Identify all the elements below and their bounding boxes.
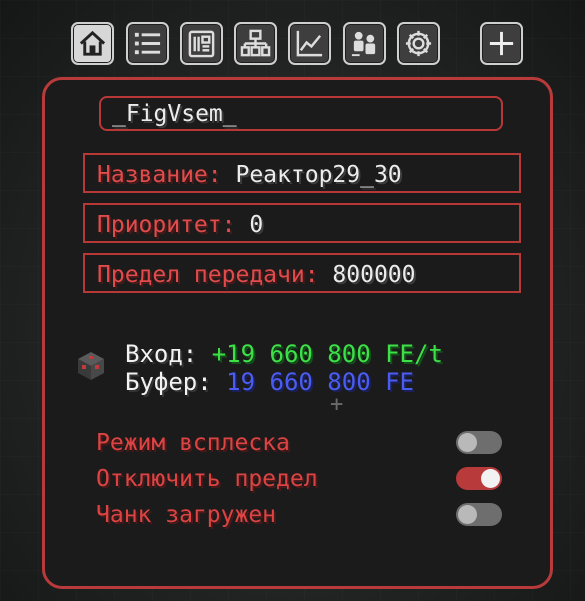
toggle-list: Режим всплеска Отключить предел Чанк заг… [96,430,506,538]
network-tab-button[interactable] [234,22,277,65]
name-value: Реактор29_30 [235,162,402,188]
device-info-icon [188,30,215,58]
list-icon [134,32,161,55]
controller-panel: _FigVsem_ Название: Реактор29_30 Приорит… [42,77,553,589]
chunk-loaded-row: Чанк загружен [96,502,506,538]
disable-limit-row: Отключить предел [96,466,506,502]
home-icon [79,30,106,56]
toggle-knob [481,469,500,488]
buffer-label: Буфер: [125,368,212,396]
toggle-knob [458,433,477,452]
chart-icon [296,30,323,57]
burst-mode-toggle[interactable] [456,431,502,454]
burst-mode-label: Режим всплеска [96,430,290,456]
reactor-block-icon [78,352,104,380]
list-tab-button[interactable] [126,22,169,65]
transfer-limit-value: 800000 [332,262,416,288]
toggle-knob [458,505,477,524]
gear-icon [405,30,432,57]
plus-icon [489,31,514,56]
name-field[interactable]: Название: Реактор29_30 [83,153,521,193]
settings-tab-button[interactable] [397,22,440,65]
network-name-field[interactable]: _FigVsem_ [99,96,503,131]
users-tab-button[interactable] [343,22,386,65]
energy-stats: Вход: +19 660 800 FE/t Буфер: 19 660 800… [125,340,443,396]
buffer-row: Буфер: 19 660 800 FE [125,368,443,396]
device-info-tab-button[interactable] [180,22,223,65]
add-button[interactable] [480,22,523,65]
home-tab-button[interactable] [71,22,114,65]
transfer-limit-field[interactable]: Предел передачи: 800000 [83,253,521,293]
users-transfer-icon [351,31,376,57]
transfer-limit-label: Предел передачи: [97,262,319,288]
input-label: Вход: [125,340,198,368]
buffer-value: 19 660 800 FE [226,368,414,396]
input-row: Вход: +19 660 800 FE/t [125,340,443,368]
disable-limit-label: Отключить предел [96,466,318,492]
chunk-loaded-toggle[interactable] [456,503,502,526]
priority-field[interactable]: Приоритет: 0 [83,203,521,243]
chunk-loaded-label: Чанк загружен [96,502,277,528]
input-value: +19 660 800 FE/t [211,340,443,368]
burst-mode-row: Режим всплеска [96,430,506,466]
statistics-tab-button[interactable] [288,22,331,65]
network-tree-icon [240,29,271,57]
network-name-value: _FigVsem_ [112,101,237,127]
priority-value: 0 [249,212,264,238]
priority-label: Приоритет: [97,212,236,238]
disable-limit-toggle[interactable] [456,467,502,490]
name-label: Название: [97,162,222,188]
